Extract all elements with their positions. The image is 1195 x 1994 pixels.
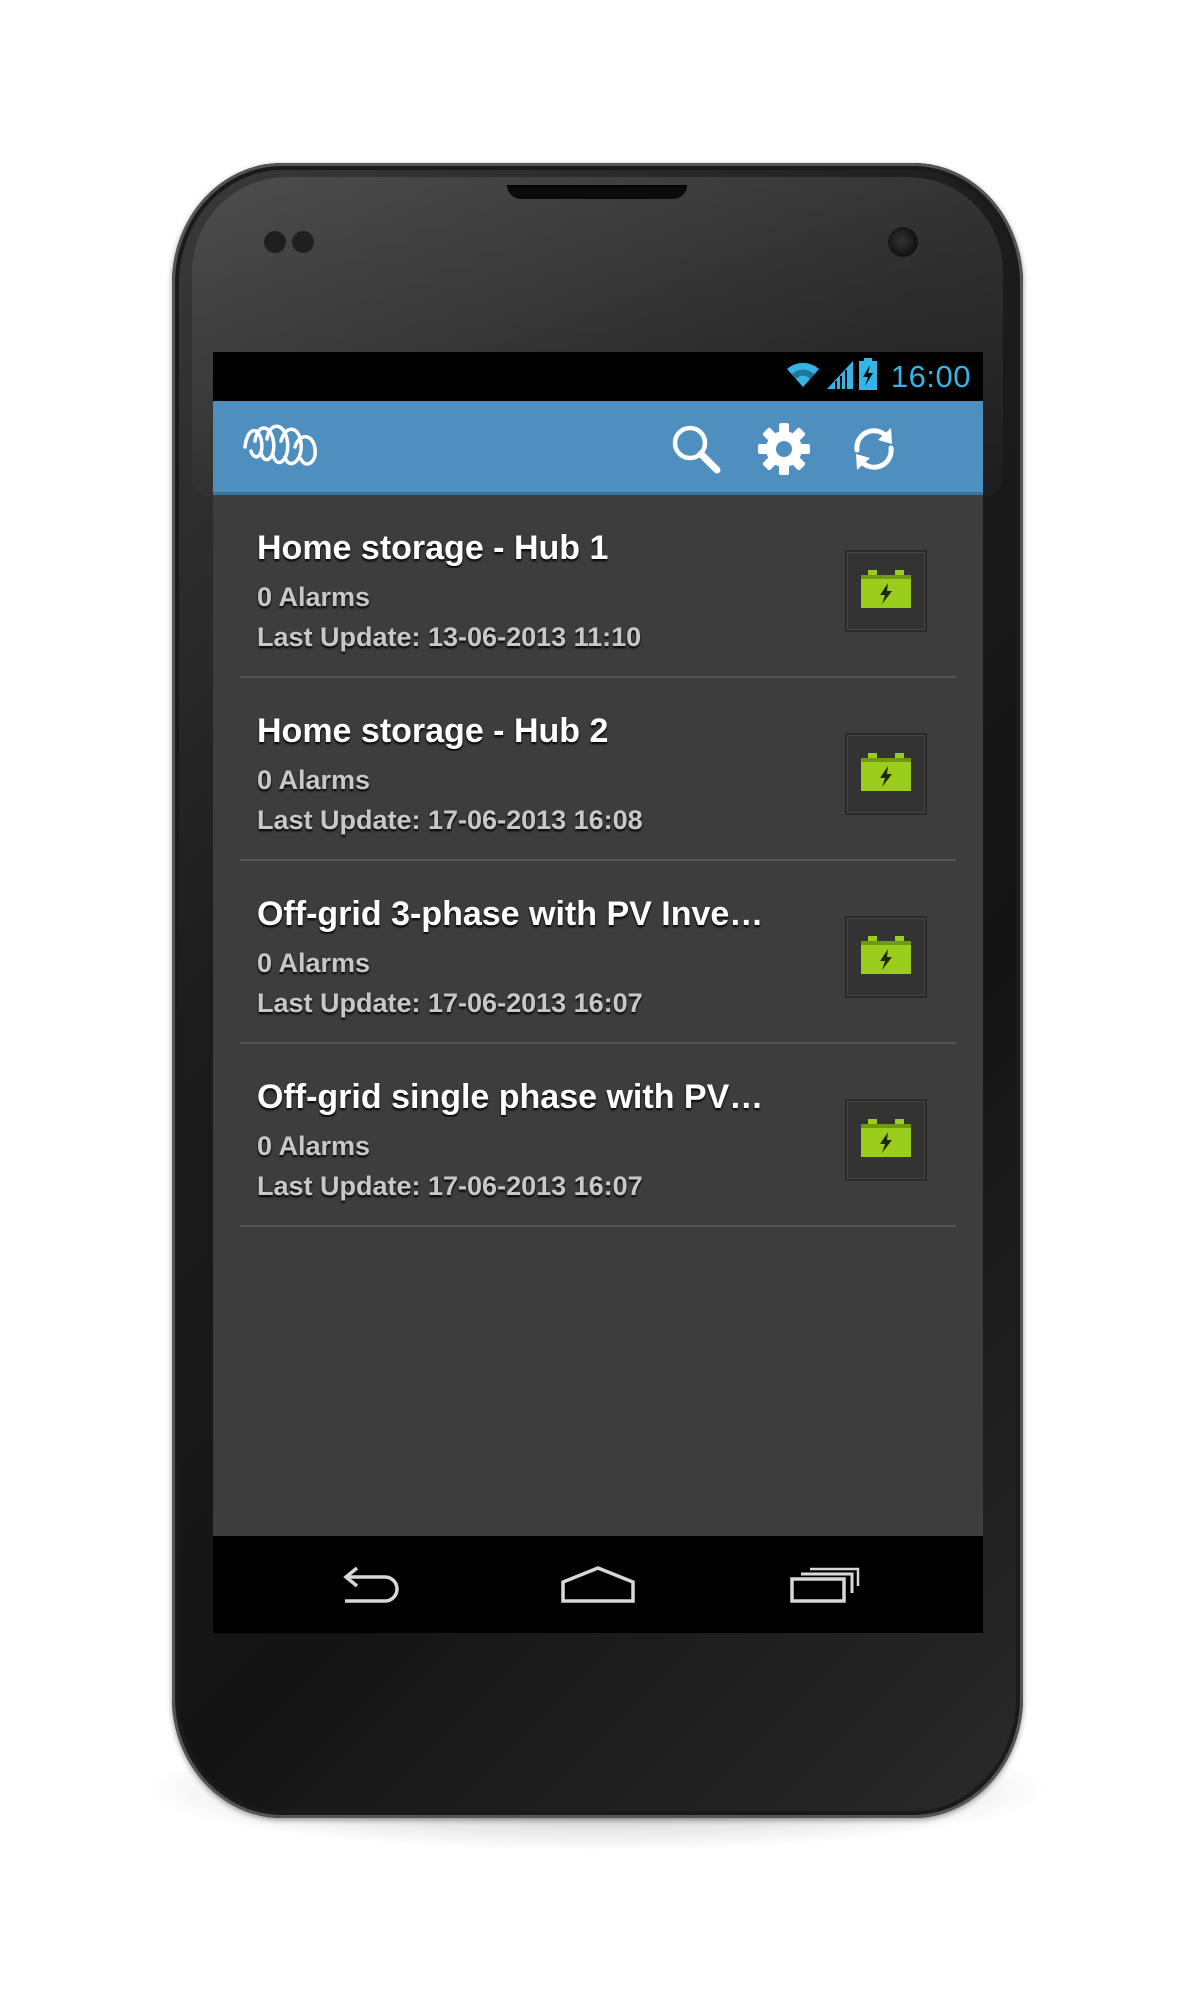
site-alarms: 0 Alarms (257, 948, 371, 978)
site-list: Home storage - Hub 1 0 Alarms Last Updat… (240, 495, 956, 1227)
site-status-button[interactable] (845, 550, 927, 632)
battery-icon (861, 752, 911, 796)
action-bar (213, 401, 983, 495)
proximity-sensor (264, 231, 286, 253)
battery-charging-icon (858, 358, 877, 395)
site-status-button[interactable] (845, 1099, 927, 1181)
victron-logo[interactable] (241, 417, 325, 480)
home-icon[interactable] (553, 1558, 643, 1612)
site-title: Home storage - Hub 1 (257, 529, 609, 567)
site-last-update: Last Update: 17-06-2013 16:07 (257, 1171, 643, 1201)
battery-icon (861, 1118, 911, 1162)
front-camera (888, 227, 918, 257)
list-item[interactable]: Home storage - Hub 2 0 Alarms Last Updat… (240, 678, 956, 861)
site-last-update: Last Update: 17-06-2013 16:07 (257, 988, 643, 1018)
site-alarms: 0 Alarms (257, 765, 371, 795)
site-alarms: 0 Alarms (257, 1131, 371, 1161)
list-item[interactable]: Home storage - Hub 1 0 Alarms Last Updat… (240, 495, 956, 678)
list-item[interactable]: Off-grid 3-phase with PV Inve… 0 Alarms … (240, 861, 956, 1044)
site-alarms: 0 Alarms (257, 582, 371, 612)
search-icon[interactable] (668, 421, 724, 477)
site-last-update: Last Update: 13-06-2013 11:10 (257, 622, 642, 652)
status-bar: 16:00 (213, 352, 983, 401)
site-title: Off-grid 3-phase with PV Inve… (257, 895, 764, 933)
wifi-icon (785, 359, 821, 394)
site-status-button[interactable] (845, 916, 927, 998)
battery-icon (861, 569, 911, 613)
list-item[interactable]: Off-grid single phase with PV… 0 Alarms … (240, 1044, 956, 1227)
site-status-button[interactable] (845, 733, 927, 815)
signal-icon (826, 359, 853, 394)
site-last-update: Last Update: 17-06-2013 16:08 (257, 805, 643, 835)
recent-apps-icon[interactable] (779, 1558, 869, 1612)
back-icon[interactable] (325, 1558, 415, 1612)
status-clock: 16:00 (890, 358, 971, 394)
earpiece-speaker (507, 185, 687, 199)
site-title: Off-grid single phase with PV… (257, 1078, 764, 1116)
status-icons: 16:00 (785, 352, 971, 401)
battery-icon (861, 935, 911, 979)
refresh-icon[interactable] (846, 421, 902, 477)
light-sensor (292, 231, 314, 253)
gear-icon[interactable] (756, 421, 812, 477)
screen: 16:00 Home storage - Hub 1 0 Alarms Last… (213, 352, 983, 1633)
navigation-bar (213, 1536, 983, 1633)
site-title: Home storage - Hub 2 (257, 712, 609, 750)
